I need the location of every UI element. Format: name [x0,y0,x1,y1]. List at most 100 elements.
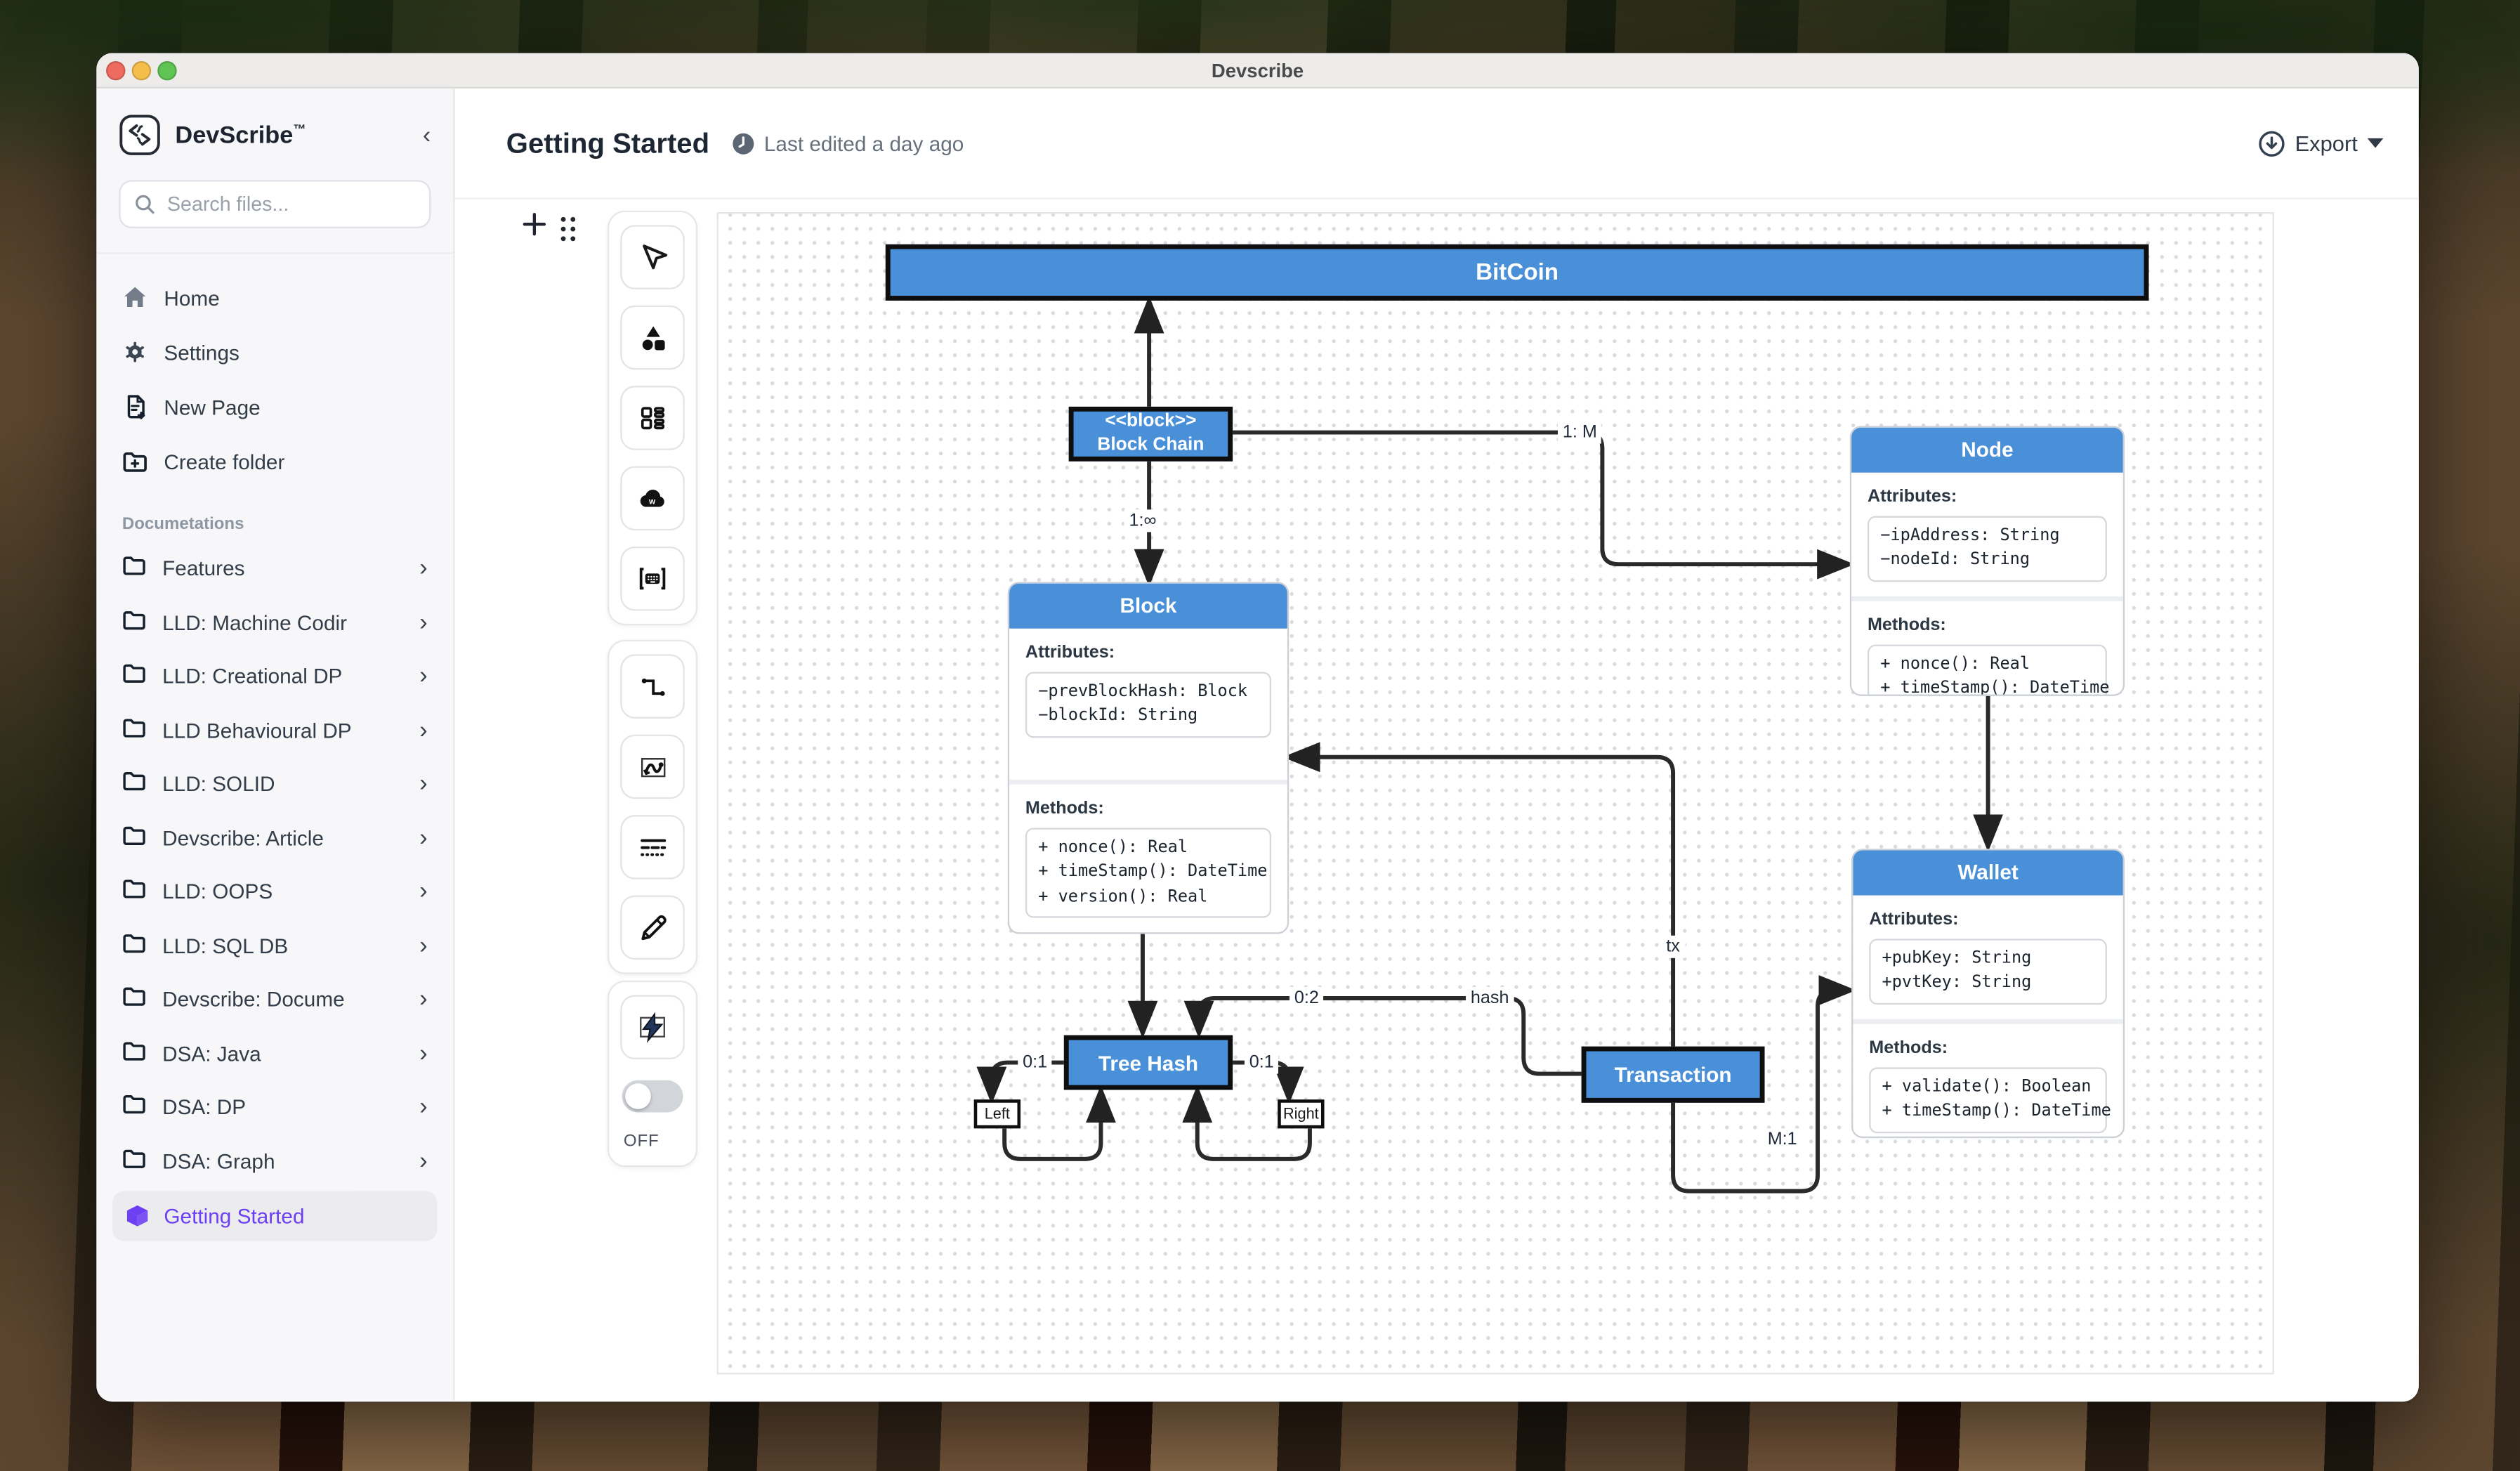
sidebar-folder-lld-sql-db[interactable]: LLD: SQL DB › [96,919,453,973]
folder-icon [122,824,146,851]
layout-tool-button[interactable] [620,386,685,450]
sidebar-collapse-icon[interactable]: ‹ [423,123,431,147]
folder-icon [122,932,146,960]
chevron-right-icon[interactable]: › [419,556,427,580]
minimize-window-button[interactable] [132,61,151,80]
edge-label-one-m: 1: M [1558,421,1602,444]
cube-icon [125,1204,149,1228]
keyboard-tool-button[interactable] [620,547,685,611]
chevron-right-icon[interactable]: › [419,934,427,957]
diagram-node-right[interactable]: Right [1278,1099,1324,1128]
node-title: Block Chain [1097,434,1204,458]
sidebar-folder-lld-creational-dp[interactable]: LLD: Creational DP › [96,649,453,703]
sidebar-item-create-folder[interactable]: Create folder [96,434,453,489]
attributes-box: +pubKey: String +pvtKey: String [1869,939,2107,1005]
pencil-tool-button[interactable] [620,896,685,960]
chevron-right-icon[interactable]: › [419,1041,427,1065]
editor-content: w [455,200,2419,1400]
sidebar-folder-lld-behavioural-dp[interactable]: LLD Behavioural DP › [96,703,453,757]
diagram-node-bitcoin[interactable]: BitCoin [886,244,2149,301]
chevron-right-icon[interactable]: › [419,826,427,850]
toggle-state-label: OFF [624,1132,659,1151]
sidebar-item-settings[interactable]: Settings [96,325,453,379]
sidebar-folder-features[interactable]: Features › [96,542,453,596]
sidebar-folder-lld-oops[interactable]: LLD: OOPS › [96,865,453,919]
folder-icon [122,1147,146,1175]
diagram-class-block[interactable]: Block Attributes: −prevBlockHash: Block … [1008,582,1289,934]
home-icon [122,285,148,310]
shapes-tool-button[interactable] [620,306,685,370]
last-edited: Last edited a day ago [732,131,964,155]
pencil-icon [636,910,669,944]
chevron-right-icon[interactable]: › [419,610,427,634]
class-title: Block [1009,584,1287,629]
toolbar-panel-connectors [608,640,697,974]
chevron-right-icon[interactable]: › [419,665,427,688]
caret-down-icon [2368,138,2384,148]
sidebar-folder-dsa-graph[interactable]: DSA: Graph › [96,1134,453,1188]
diagram-canvas[interactable]: BitCoin <<block>> Block Chain Tree Hash … [717,212,2274,1374]
file-plus-icon [122,394,148,420]
sidebar-folder-dsa-dp[interactable]: DSA: DP › [96,1080,453,1135]
sidebar-folder-lld-solid[interactable]: LLD: SOLID › [96,757,453,811]
cloud-tool-button[interactable]: w [620,466,685,531]
chevron-right-icon[interactable]: › [419,988,427,1012]
search-input[interactable] [119,180,431,228]
chevron-right-icon[interactable]: › [419,718,427,742]
layout-grid-icon [636,402,669,434]
close-window-button[interactable] [106,61,125,80]
maximize-window-button[interactable] [157,61,176,80]
sidebar-folder-dsa-java[interactable]: DSA: Java › [96,1026,453,1080]
sidebar-item-label: Create folder [164,450,284,473]
folder-icon [122,662,146,690]
window-title: Devscribe [1212,59,1304,81]
download-circle-icon [2258,129,2285,157]
line-style-button[interactable] [620,815,685,880]
edge-label-left-zero-one: 0:1 [1018,1052,1052,1074]
folder-icon [122,986,146,1013]
diagram-node-transaction[interactable]: Transaction [1582,1047,1765,1103]
curve-connector-button[interactable] [620,735,685,799]
attributes-label: Attributes: [1869,910,2107,929]
gear-icon [122,339,148,365]
folder-label: LLD: Creational DP [162,665,342,688]
sidebar-item-label: Settings [164,340,239,364]
node-stereotype: <<block>> [1105,410,1196,434]
class-title: Wallet [1853,850,2122,895]
export-button[interactable]: Export [2258,129,2384,157]
elbow-connector-icon [636,669,669,703]
node-title: Left [985,1105,1010,1123]
power-toggle[interactable] [622,1080,683,1113]
lightning-tool-button[interactable] [620,995,685,1059]
chevron-right-icon[interactable]: › [419,772,427,796]
sidebar-folder-lld-machine-coding[interactable]: LLD: Machine Codir › [96,596,453,650]
diagram-node-treehash[interactable]: Tree Hash [1064,1035,1233,1090]
diagram-class-node[interactable]: Node Attributes: −ipAddress: String −nod… [1850,426,2125,695]
cursor-icon [636,240,669,274]
sidebar-folder-devscribe-docume[interactable]: Devscribe: Docume › [96,972,453,1026]
chevron-right-icon[interactable]: › [419,1095,427,1119]
diagram-class-wallet[interactable]: Wallet Attributes: +pubKey: String +pvtK… [1851,849,2125,1138]
lightning-icon [635,1009,670,1045]
methods-label: Methods: [1869,1038,2107,1057]
class-divider [1009,779,1287,784]
select-tool-button[interactable] [620,225,685,289]
sidebar-item-getting-started[interactable]: Getting Started [112,1191,437,1241]
drag-handle-icon[interactable] [561,217,576,241]
chevron-right-icon[interactable]: › [419,1149,427,1173]
section-label-documentations: Documetations [122,514,428,533]
folder-label: Features [162,556,244,580]
curve-arrow-icon [636,750,669,783]
diagram-node-left[interactable]: Left [974,1099,1021,1128]
folder-label: DSA: Graph [162,1149,275,1173]
chevron-right-icon[interactable]: › [419,880,427,903]
attributes-box: −prevBlockHash: Block −blockId: String [1025,672,1271,738]
app-window: Devscribe DevScribe™ ‹ [96,53,2419,1402]
elbow-connector-button[interactable] [620,654,685,719]
methods-label: Methods: [1868,615,2107,634]
sidebar-item-new-page[interactable]: New Page [96,379,453,434]
diagram-node-blockchain[interactable]: <<block>> Block Chain [1069,407,1233,462]
sidebar-item-home[interactable]: Home [96,270,453,325]
add-block-icon[interactable] [520,211,548,238]
sidebar-folder-devscribe-article[interactable]: Devscribe: Article › [96,811,453,865]
